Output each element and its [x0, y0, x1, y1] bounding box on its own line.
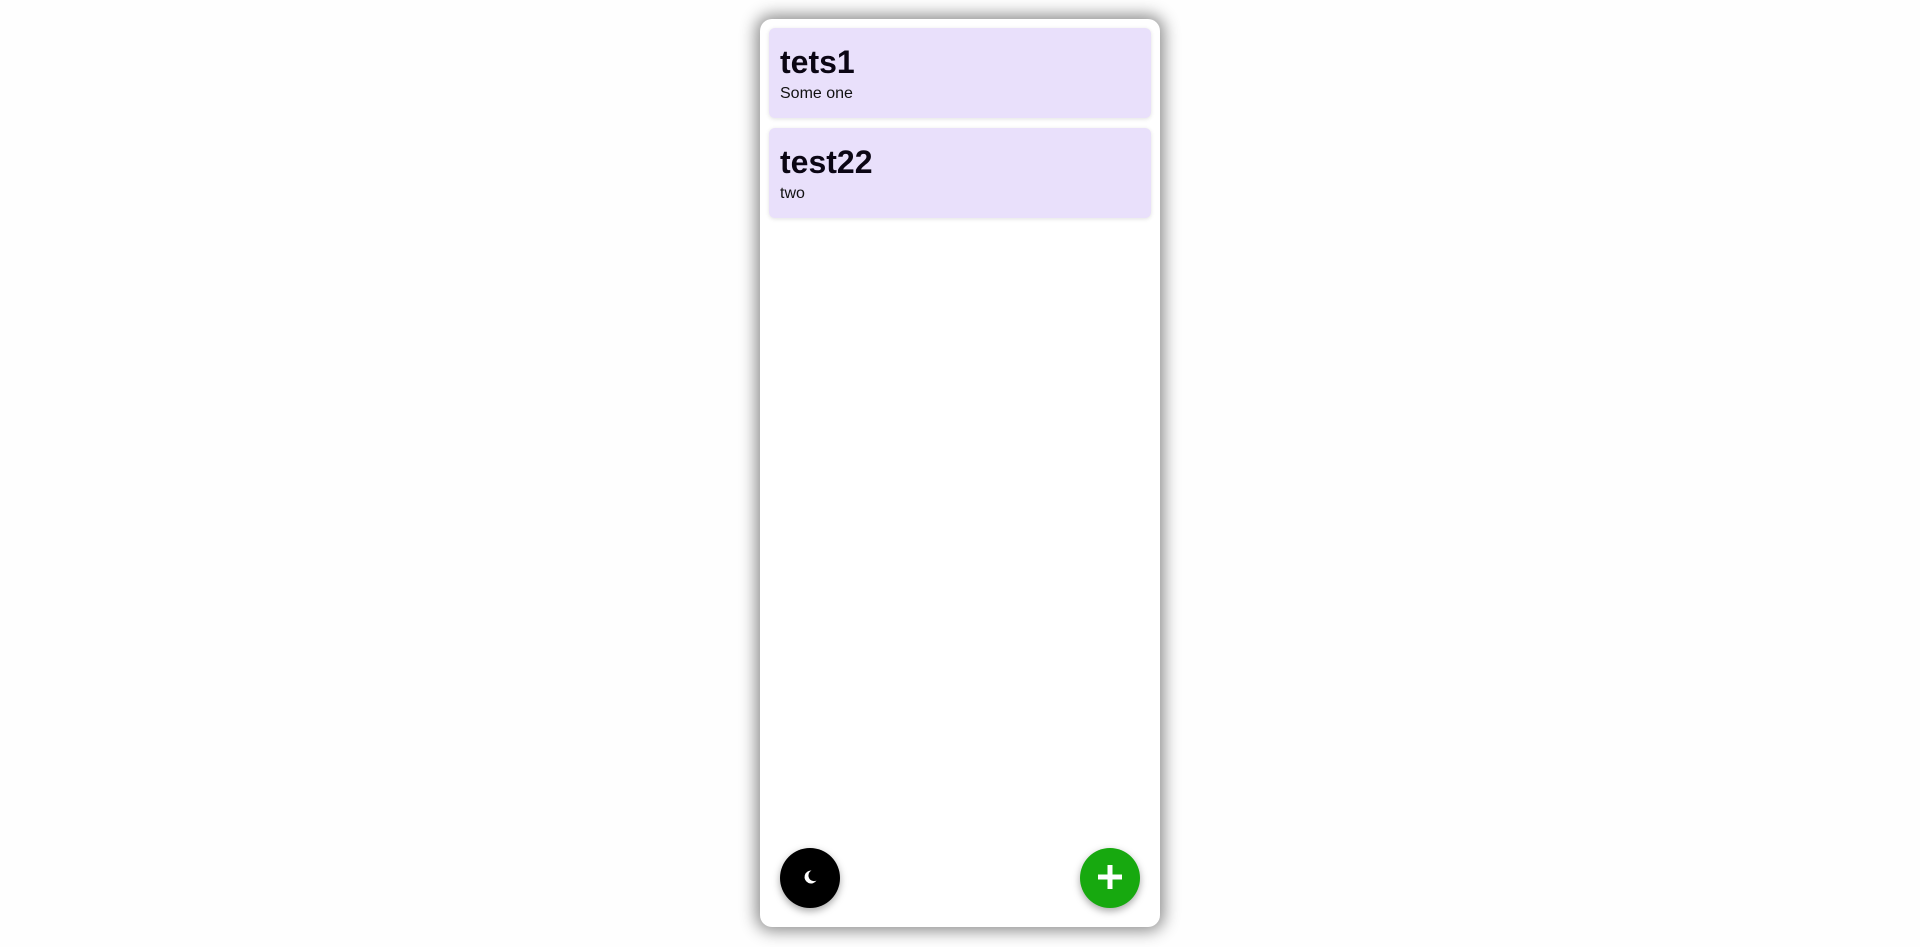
note-card[interactable]: test22 two [769, 128, 1151, 218]
plus-icon [1096, 863, 1124, 894]
app-container: tets1 Some one test22 two [760, 19, 1160, 927]
add-note-button[interactable] [1080, 848, 1140, 908]
notes-list: tets1 Some one test22 two [769, 28, 1151, 228]
note-body: two [780, 185, 805, 202]
theme-toggle-button[interactable] [780, 848, 840, 908]
moon-icon [800, 867, 820, 890]
note-title: test22 [780, 144, 873, 180]
note-title: tets1 [780, 44, 855, 80]
note-body: Some one [780, 85, 853, 102]
note-card[interactable]: tets1 Some one [769, 28, 1151, 118]
